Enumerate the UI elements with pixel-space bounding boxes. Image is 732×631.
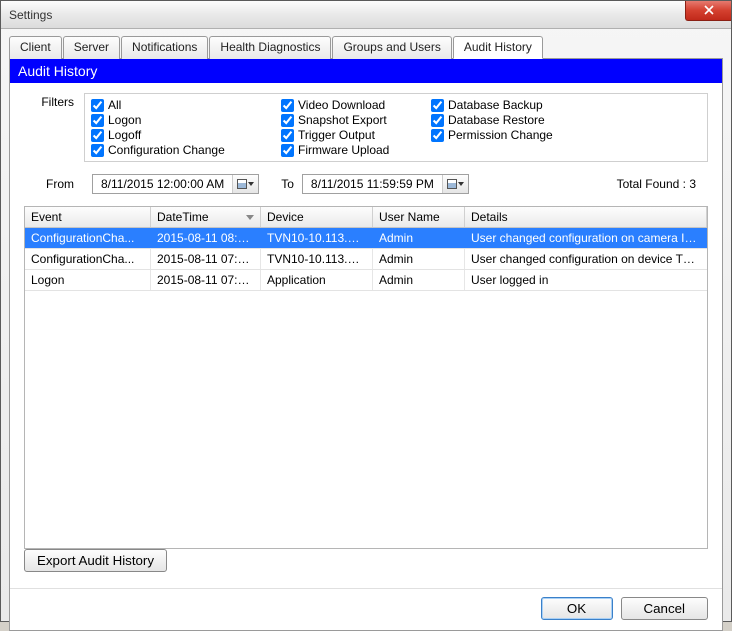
filter-config-change[interactable]: Configuration Change <box>91 143 281 157</box>
tab-client[interactable]: Client <box>9 36 62 59</box>
settings-window: Settings Client Server Notifications Hea… <box>0 0 732 622</box>
filter-db-backup[interactable]: Database Backup <box>431 98 601 112</box>
cancel-button[interactable]: Cancel <box>621 597 709 620</box>
tab-audit-history[interactable]: Audit History <box>453 36 543 59</box>
export-audit-history-button[interactable]: Export Audit History <box>24 549 167 572</box>
content-area: Client Server Notifications Health Diagn… <box>1 29 731 621</box>
grid-body: ConfigurationCha... 2015-08-11 08:57:13 … <box>25 228 707 548</box>
tab-server[interactable]: Server <box>63 36 120 59</box>
filter-video-download[interactable]: Video Download <box>281 98 431 112</box>
chevron-down-icon <box>248 182 254 186</box>
ok-button[interactable]: OK <box>541 597 613 620</box>
col-device[interactable]: Device <box>261 207 373 227</box>
tab-groups-users[interactable]: Groups and Users <box>332 36 451 59</box>
col-event[interactable]: Event <box>25 207 151 227</box>
tab-health-diagnostics[interactable]: Health Diagnostics <box>209 36 331 59</box>
from-label: From <box>24 177 84 191</box>
sort-desc-icon <box>246 215 254 220</box>
filter-db-restore[interactable]: Database Restore <box>431 113 601 127</box>
filter-all-checkbox[interactable] <box>91 99 104 112</box>
window-title: Settings <box>9 8 52 22</box>
filter-config-change-checkbox[interactable] <box>91 144 104 157</box>
filter-logon-checkbox[interactable] <box>91 114 104 127</box>
export-bar: Export Audit History <box>24 549 708 572</box>
table-row[interactable]: Logon 2015-08-11 07:36:27 Application Ad… <box>25 270 707 291</box>
from-datetime-picker[interactable]: 8/11/2015 12:00:00 AM <box>92 174 259 194</box>
filter-logon[interactable]: Logon <box>91 113 281 127</box>
calendar-icon <box>447 179 457 189</box>
filter-snapshot-export[interactable]: Snapshot Export <box>281 113 431 127</box>
filter-logoff[interactable]: Logoff <box>91 128 281 142</box>
filter-logoff-checkbox[interactable] <box>91 129 104 142</box>
panel-subtitle: Audit History <box>10 59 722 83</box>
to-calendar-button[interactable] <box>442 175 468 193</box>
filters-col-2: Video Download Snapshot Export Trigger O… <box>281 98 431 157</box>
calendar-icon <box>237 179 247 189</box>
total-found-label: Total Found : 3 <box>617 177 696 191</box>
col-datetime[interactable]: DateTime <box>151 207 261 227</box>
filters-section: Filters All Logon Logoff Configuration C… <box>24 93 708 162</box>
filters-col-1: All Logon Logoff Configuration Change <box>91 98 281 157</box>
filters-col-3: Database Backup Database Restore Permiss… <box>431 98 601 157</box>
col-details[interactable]: Details <box>465 207 707 227</box>
col-username[interactable]: User Name <box>373 207 465 227</box>
panel-body: Filters All Logon Logoff Configuration C… <box>10 83 722 580</box>
table-row[interactable]: ConfigurationCha... 2015-08-11 08:57:13 … <box>25 228 707 249</box>
filters-box: All Logon Logoff Configuration Change Vi… <box>84 93 708 162</box>
audit-history-panel: Audit History Filters All Logon Logoff C… <box>9 58 723 631</box>
chevron-down-icon <box>458 182 464 186</box>
audit-grid: Event DateTime Device User Name Details … <box>24 206 708 549</box>
to-datetime-value: 8/11/2015 11:59:59 PM <box>303 177 442 191</box>
filter-all[interactable]: All <box>91 98 281 112</box>
table-row[interactable]: ConfigurationCha... 2015-08-11 07:59:47 … <box>25 249 707 270</box>
from-calendar-button[interactable] <box>232 175 258 193</box>
filter-firmware-upload[interactable]: Firmware Upload <box>281 143 431 157</box>
tab-notifications[interactable]: Notifications <box>121 36 208 59</box>
date-range-row: From 8/11/2015 12:00:00 AM To 8/11/2015 … <box>24 174 708 194</box>
filters-label: Filters <box>24 93 84 109</box>
from-datetime-value: 8/11/2015 12:00:00 AM <box>93 177 232 191</box>
to-label: To <box>281 177 294 191</box>
filter-trigger-output[interactable]: Trigger Output <box>281 128 431 142</box>
titlebar[interactable]: Settings <box>1 1 731 29</box>
to-datetime-picker[interactable]: 8/11/2015 11:59:59 PM <box>302 174 469 194</box>
tab-strip: Client Server Notifications Health Diagn… <box>9 35 723 58</box>
filter-permission-change[interactable]: Permission Change <box>431 128 601 142</box>
dialog-footer: OK Cancel <box>10 588 722 630</box>
grid-header: Event DateTime Device User Name Details <box>25 207 707 228</box>
close-button[interactable] <box>685 1 731 21</box>
